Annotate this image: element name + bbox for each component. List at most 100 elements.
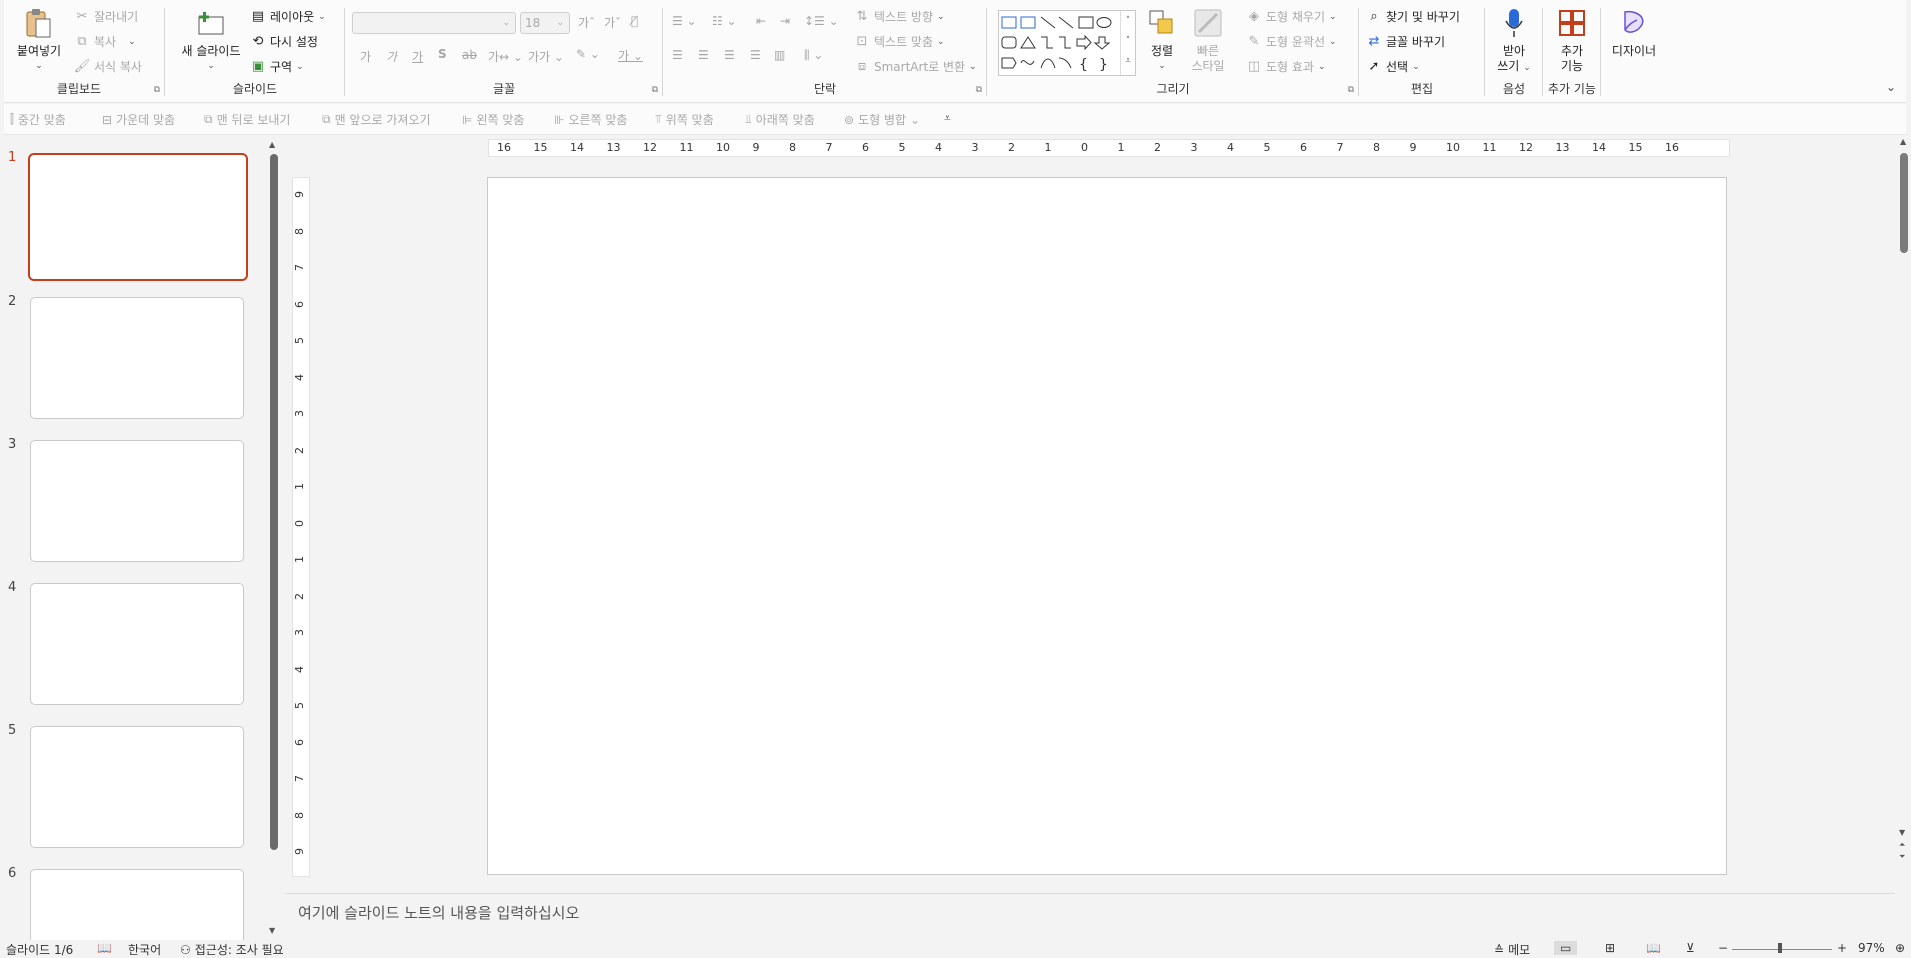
arrange-button[interactable]: 정렬 ⌄ [1144,6,1180,74]
decrease-indent-icon[interactable]: ⇤ [756,14,766,28]
find-replace-button[interactable]: ⌕ 찾기 및 바꾸기 [1366,8,1460,25]
strikethrough-icon[interactable]: ab [462,48,477,62]
notes-pane[interactable]: 여기에 슬라이드 노트의 내용을 입력하십시오 [285,893,1895,936]
font-color-icon[interactable]: 가 ⌄ [618,47,643,64]
zoom-slider[interactable] [1732,949,1832,950]
slide-thumbnail-selected[interactable] [28,153,248,281]
align-right-icon[interactable]: ☰ [724,48,735,62]
dialog-launcher-icon[interactable]: ⧉ [1348,85,1354,95]
slideshow-icon[interactable]: ⊻ [1686,941,1695,955]
zoom-in-icon[interactable]: + [1837,941,1847,955]
merge-shapes-button[interactable]: ⊚ 도형 병합 ⌄ [844,111,920,128]
slide-thumbnail[interactable] [30,869,244,940]
align-center-icon[interactable]: ☰ [698,48,709,62]
layout-button[interactable]: ▤ 레이아웃 ⌄ [250,8,326,25]
align-right-button[interactable]: ⊪ 오른쪽 맞춤 [554,111,627,128]
accessibility-status[interactable]: ⚇ 접근성: 조사 필요 [180,941,284,958]
align-middle-button[interactable]: ⫿ 중간 맞춤 [10,111,66,128]
slide-thumbnail[interactable] [30,726,244,848]
slide-thumbnail[interactable] [30,583,244,705]
editor-scrollbar[interactable]: ▲ ▼ ⏶ ⏷ [1898,137,1911,877]
customize-toolbar-icon[interactable]: ⩡ [944,111,951,126]
scroll-up-icon[interactable]: ▲ [269,140,275,149]
addins-button[interactable]: 추가 기능 [1550,6,1594,74]
align-left-button[interactable]: ⊫ 왼쪽 맞춤 [462,111,524,128]
align-bottom-button[interactable]: ⫫ 아래쪽 맞춤 [745,111,815,128]
reading-view-icon[interactable]: 📖 [1646,941,1661,955]
notes-toggle[interactable]: ≙ 메모 [1494,941,1530,958]
new-slide-button[interactable]: 새 슬라이드 ⌄ [176,6,246,74]
font-size-combo[interactable]: 18 ⌄ [520,12,570,34]
normal-view-icon[interactable]: ▭ [1554,941,1578,955]
dialog-launcher-icon[interactable]: ⧉ [154,85,160,95]
numbering-icon[interactable]: ☷ ⌄ [712,14,737,28]
slide-thumbnail[interactable] [30,440,244,562]
format-painter-button[interactable]: 🖌 서식 복사 [74,58,142,75]
spellcheck-icon[interactable]: 📖 [97,941,112,955]
align-text-button[interactable]: ⊡ 텍스트 맞춤 ⌄ [854,33,945,50]
italic-icon[interactable]: 가 [386,48,397,65]
chevron-down-icon: ⌄ [128,36,136,47]
section-button[interactable]: ▣ 구역 ⌄ [250,58,304,75]
collapse-ribbon-icon[interactable]: ⌄ [1886,80,1896,94]
change-case-icon[interactable]: 가가 ⌄ [528,48,564,65]
effects-icon: ◫ [1247,59,1261,74]
slide-counter[interactable]: 슬라이드 1/6 [6,941,73,958]
send-to-back-button[interactable]: ⧉ 맨 뒤로 보내기 [204,111,290,128]
language-indicator[interactable]: 한국어 [128,941,161,958]
replace-font-button[interactable]: ⇄ 글꼴 바꾸기 [1366,33,1445,50]
columns-icon[interactable]: ⫼ ⌄ [804,48,823,63]
copy-button[interactable]: ⧉ 복사 ⌄ [74,33,136,50]
slide-sorter-icon[interactable]: ⊞ [1605,941,1615,955]
designer-button[interactable]: 디자이너 [1604,6,1664,59]
shadow-icon[interactable]: S [438,47,447,61]
shrink-font-icon[interactable]: 가ˇ [604,14,621,31]
slide-canvas[interactable] [487,177,1727,875]
scrollbar-thumb[interactable] [270,154,278,850]
increase-indent-icon[interactable]: ⇥ [780,14,790,28]
font-name-combo[interactable]: ⌄ [352,12,516,34]
fit-to-window-icon[interactable]: ⊕ [1895,941,1905,955]
scrollbar-thumb[interactable] [1900,153,1908,253]
text-direction-button[interactable]: ⇅ 텍스트 방향 ⌄ [854,8,945,25]
character-spacing-icon[interactable]: 가↔ ⌄ [488,48,523,65]
highlight-icon[interactable]: ✎ ⌄ [576,47,600,61]
dialog-launcher-icon[interactable]: ⧉ [652,85,658,95]
underline-icon[interactable]: 가 [412,48,423,65]
shape-effects-button[interactable]: ◫ 도형 효과 ⌄ [1246,58,1326,75]
align-top-button[interactable]: ⫪ 위쪽 맞춤 [655,111,714,128]
align-left-icon[interactable]: ☰ [672,48,683,62]
send-back-label: 맨 뒤로 보내기 [216,113,291,127]
dialog-launcher-icon[interactable]: ⧉ [976,85,982,95]
paste-button[interactable]: 붙여넣기 ⌄ [14,6,64,74]
reset-button[interactable]: ⟲ 다시 설정 [250,33,318,50]
page-nav-icons[interactable]: ▼ ⏶ ⏷ [1899,827,1905,863]
chevron-down-icon: ⌄ [937,11,945,22]
cut-button[interactable]: ✂ 잘라내기 [74,8,139,25]
shape-fill-button[interactable]: ◈ 도형 채우기 ⌄ [1246,8,1337,25]
gallery-scroll[interactable]: ˄ ˅ ⩡ [1120,11,1135,75]
align-center-button[interactable]: ⊟ 가운데 맞춤 [102,111,175,128]
slide-thumbnail[interactable] [30,297,244,419]
bullets-icon[interactable]: ☰ ⌄ [672,14,697,28]
bold-icon[interactable]: 가 [360,48,371,65]
bring-to-front-button[interactable]: ⧉ 맨 앞으로 가져오기 [322,111,431,128]
quick-styles-button[interactable]: 빠른 스타일 [1186,6,1230,74]
smartart-button[interactable]: ⧈ SmartArt로 변환 ⌄ [854,58,977,75]
justify-icon[interactable]: ☰ [750,48,761,62]
clear-formatting-icon[interactable]: 가̸ [631,14,638,28]
select-button[interactable]: ➚ 선택 ⌄ [1366,58,1420,75]
shape-outline-button[interactable]: ✎ 도형 윤곽선 ⌄ [1246,33,1337,50]
grow-font-icon[interactable]: 가ˆ [578,14,595,31]
zoom-slider-thumb[interactable] [1778,943,1782,953]
dictate-button[interactable]: 받아 쓰기 ⌄ [1492,6,1536,76]
scroll-up-icon[interactable]: ▲ [1900,137,1906,146]
zoom-level[interactable]: 97% [1858,941,1885,955]
line-spacing-icon[interactable]: ↕☰ ⌄ [804,14,839,28]
distributed-icon[interactable]: ▥ [774,48,785,62]
thumbnail-scrollbar[interactable]: ▲ ▼ [268,140,280,940]
scroll-down-icon[interactable]: ▼ [269,926,275,935]
drawing-group: { } ˄ ˅ ⩡ 정렬 ⌄ 빠른 스타일 ◈ 도형 채우기 ⌄ ✎ 도형 윤곽선 [988,0,1358,100]
zoom-out-icon[interactable]: − [1718,941,1728,955]
shapes-gallery[interactable]: { } ˄ ˅ ⩡ [998,10,1136,76]
